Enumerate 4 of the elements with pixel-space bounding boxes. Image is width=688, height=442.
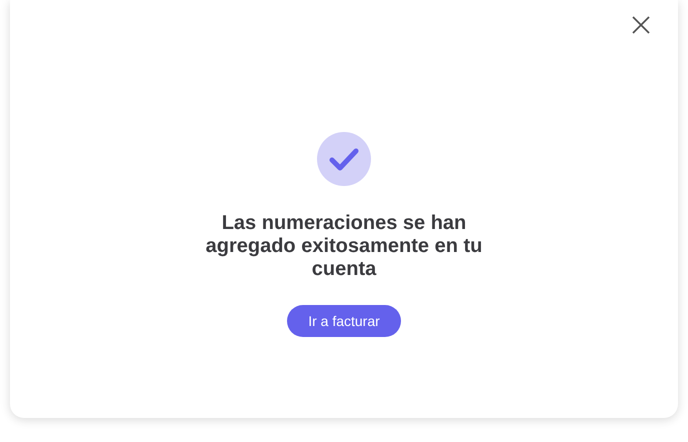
go-to-invoice-button[interactable]: Ir a facturar [287,305,401,337]
close-icon[interactable] [632,16,650,34]
check-icon [317,132,371,186]
success-message: Las numeraciones se han agregado exitosamente en tu cuenta [204,212,484,281]
